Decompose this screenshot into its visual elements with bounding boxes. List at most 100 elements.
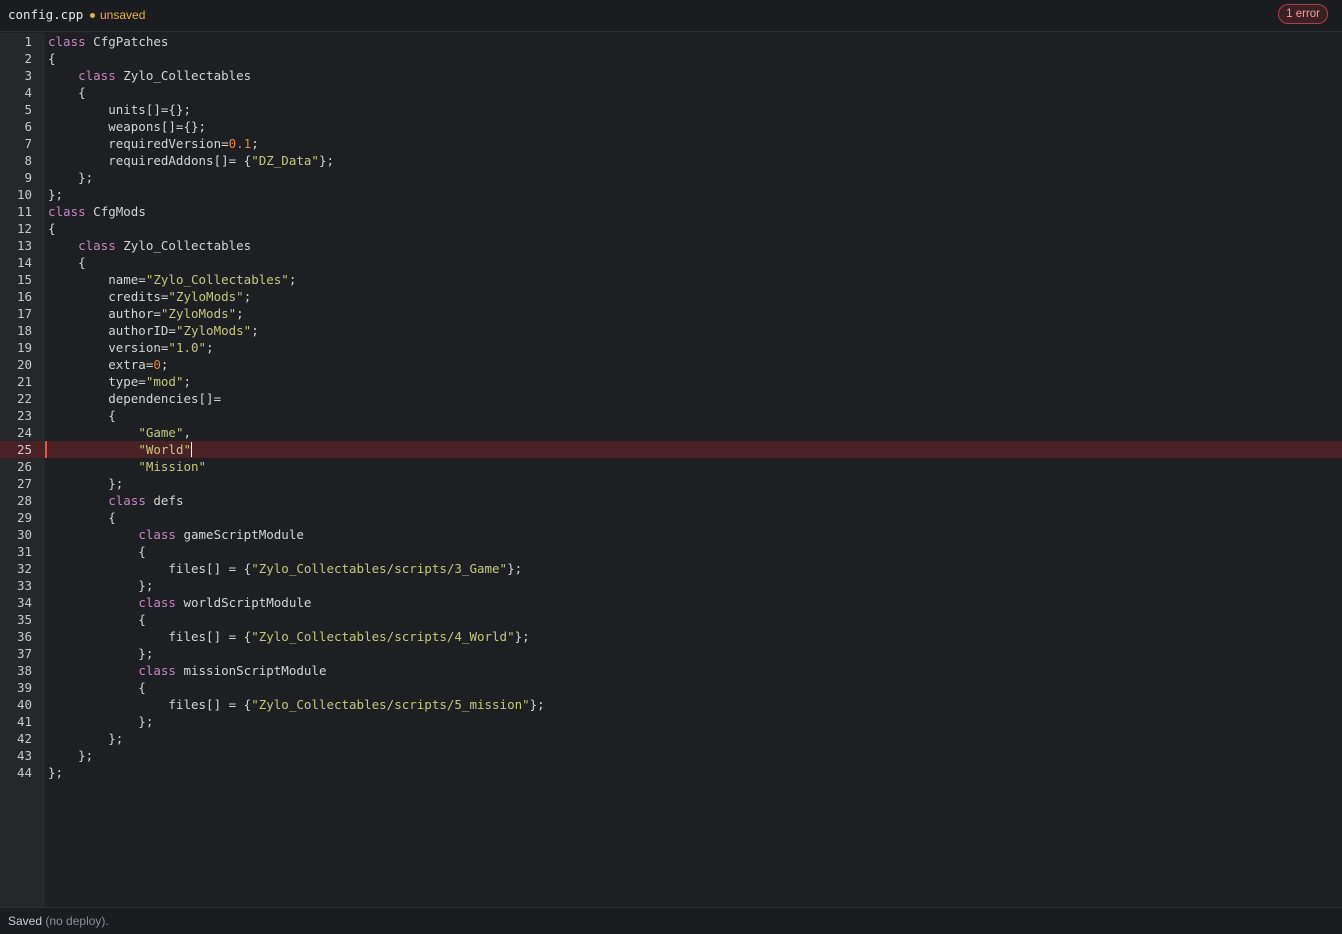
code-text: requiredVersion=0.1; [48, 135, 259, 152]
line-number: 40 [16, 697, 32, 712]
code-token: "Mission" [138, 459, 207, 474]
code-text: files[] = {"Zylo_Collectables/scripts/5_… [48, 696, 544, 713]
code-text: { [48, 679, 146, 696]
error-count-badge[interactable]: 1 error [1278, 4, 1328, 24]
code-line[interactable]: 19 version="1.0"; [0, 339, 1342, 356]
code-line[interactable]: 29 { [0, 509, 1342, 526]
status-detail: (no deploy). [42, 914, 109, 928]
line-number: 36 [16, 629, 32, 644]
code-text: authorID="ZyloMods"; [48, 322, 259, 339]
line-number: 6 [24, 119, 32, 134]
code-token: CfgMods [85, 204, 146, 219]
code-editor[interactable]: 1 class CfgPatches 2{3 class Zylo_Collecta… [0, 33, 1342, 907]
code-line[interactable]: 33 }; [0, 577, 1342, 594]
line-number: 12 [16, 221, 32, 236]
code-line[interactable]: 2{ [0, 50, 1342, 67]
code-line[interactable]: 8 requiredAddons[]= {"DZ_Data"}; [0, 152, 1342, 169]
code-line[interactable]: 20 extra=0; [0, 356, 1342, 373]
code-line[interactable]: 5 units[]={}; [0, 101, 1342, 118]
code-text: class CfgPatches [48, 33, 168, 50]
code-line[interactable]: 7 requiredVersion=0.1; [0, 135, 1342, 152]
line-number: 8 [24, 153, 32, 168]
code-line-error[interactable]: 25 "World" [0, 441, 1342, 458]
code-token: 0.1 [228, 136, 252, 151]
code-token: version= [48, 340, 169, 355]
code-line[interactable]: 38 class missionScriptModule [0, 662, 1342, 679]
code-token: 0 [153, 357, 161, 372]
code-line[interactable]: 9 }; [0, 169, 1342, 186]
code-token: ; [243, 289, 252, 304]
code-token: { [48, 85, 86, 100]
code-line[interactable]: 10}; [0, 186, 1342, 203]
line-number: 18 [16, 323, 32, 338]
code-text: }; [48, 577, 153, 594]
code-token: "mod" [145, 374, 184, 389]
code-token: credits= [48, 289, 169, 304]
code-line[interactable]: 41 }; [0, 713, 1342, 730]
line-number: 4 [24, 85, 32, 100]
code-token: Zylo_Collectables [115, 238, 252, 253]
line-number: 2 [24, 51, 32, 66]
code-token: { [48, 680, 146, 695]
line-number: 41 [16, 714, 32, 729]
code-token: "World" [138, 442, 191, 457]
code-line[interactable]: 40 files[] = {"Zylo_Collectables/scripts… [0, 696, 1342, 713]
code-line[interactable]: 21 type="mod"; [0, 373, 1342, 390]
file-name-tab[interactable]: config.cpp [8, 7, 83, 22]
code-line[interactable]: 14 { [0, 254, 1342, 271]
status-saved-label: Saved [8, 914, 43, 928]
code-line[interactable]: 32 files[] = {"Zylo_Collectables/scripts… [0, 560, 1342, 577]
code-line[interactable]: 37 }; [0, 645, 1342, 662]
code-line[interactable]: 44}; [0, 764, 1342, 781]
code-text: type="mod"; [48, 373, 191, 390]
code-text: extra=0; [48, 356, 168, 373]
code-line[interactable]: 35 { [0, 611, 1342, 628]
code-token: }; [507, 561, 523, 576]
code-line[interactable]: 17 author="ZyloMods"; [0, 305, 1342, 322]
code-line[interactable]: 26 "Mission" [0, 458, 1342, 475]
code-line[interactable]: 22 dependencies[]= [0, 390, 1342, 407]
code-line[interactable]: 15 name="Zylo_Collectables"; [0, 271, 1342, 288]
code-token: class [108, 493, 146, 508]
code-token: "ZyloMods" [160, 306, 237, 321]
code-line[interactable]: 36 files[] = {"Zylo_Collectables/scripts… [0, 628, 1342, 645]
code-line[interactable]: 13 class Zylo_Collectables [0, 237, 1342, 254]
code-line[interactable]: 30 class gameScriptModule [0, 526, 1342, 543]
line-number: 16 [16, 289, 32, 304]
code-line[interactable]: 16 credits="ZyloMods"; [0, 288, 1342, 305]
code-token: }; [48, 476, 124, 491]
unsaved-indicator: unsaved [90, 8, 145, 22]
code-line[interactable]: 12 { [0, 220, 1342, 237]
code-token: extra= [48, 357, 154, 372]
code-line[interactable]: 1 class CfgPatches [0, 33, 1342, 50]
code-line[interactable]: 31 { [0, 543, 1342, 560]
line-number: 7 [24, 136, 32, 151]
code-text: class defs [48, 492, 183, 509]
code-line[interactable]: 43 }; [0, 747, 1342, 764]
line-number: 34 [16, 595, 32, 610]
line-number: 27 [16, 476, 32, 491]
code-text: class Zylo_Collectables [48, 67, 251, 84]
code-text: }; [48, 730, 123, 747]
code-line[interactable]: 3 class Zylo_Collectables [0, 67, 1342, 84]
code-token: files[] = { [48, 561, 252, 576]
code-line[interactable]: 6 weapons[]={}; [0, 118, 1342, 135]
code-text: class CfgMods [48, 203, 146, 220]
code-line[interactable]: 42 }; [0, 730, 1342, 747]
code-token: class [78, 238, 116, 253]
code-token: ; [160, 357, 169, 372]
code-line[interactable]: 11 class CfgMods [0, 203, 1342, 220]
code-line[interactable]: 28 class defs [0, 492, 1342, 509]
code-line[interactable]: 18 authorID="ZyloMods"; [0, 322, 1342, 339]
code-line[interactable]: 23 { [0, 407, 1342, 424]
code-token: "Zylo_Collectables/scripts/3_Game" [251, 561, 508, 576]
code-line[interactable]: 4 { [0, 84, 1342, 101]
code-text: }; [48, 747, 93, 764]
code-line[interactable]: 27 }; [0, 475, 1342, 492]
unsaved-dot-icon [90, 12, 95, 18]
code-line[interactable]: 24 "Game", [0, 424, 1342, 441]
code-line[interactable]: 34 class worldScriptModule [0, 594, 1342, 611]
code-line[interactable]: 39 { [0, 679, 1342, 696]
